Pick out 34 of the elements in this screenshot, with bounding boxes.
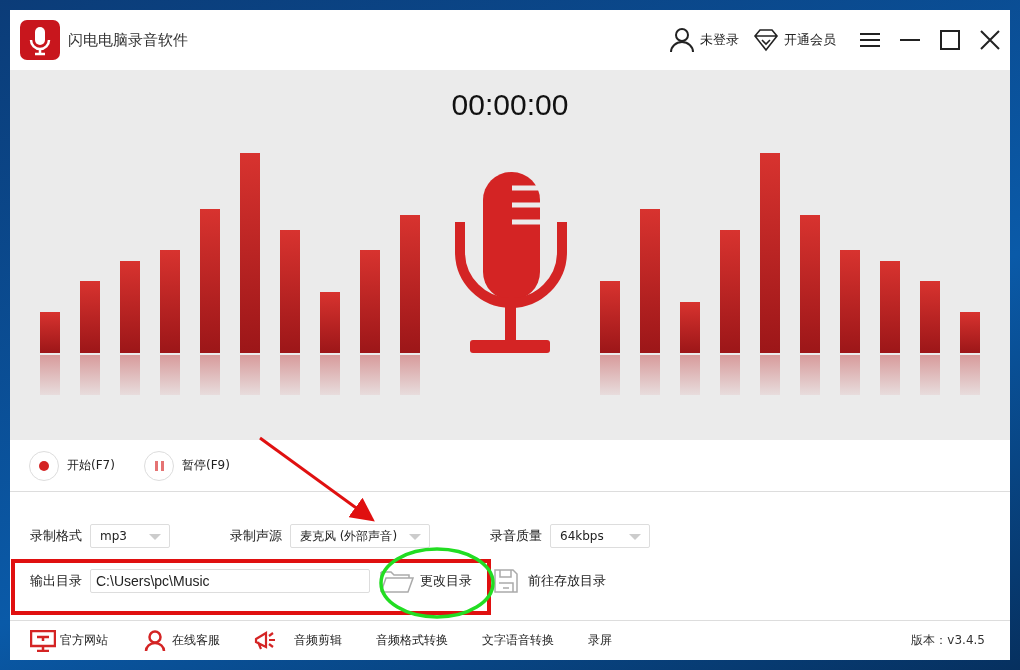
version-text: 版本：v3.4.5 [911,632,985,649]
footer-link[interactable]: 文字语音转换 [482,632,554,649]
diamond-icon[interactable] [753,27,779,53]
megaphone-icon [254,629,276,652]
footer-link[interactable]: 官方网站 [30,629,108,652]
microphone-icon [455,172,567,353]
monitor-icon [30,629,56,652]
record-control-button[interactable]: 暂停(F9) [144,450,244,481]
close-icon[interactable] [980,30,1000,50]
change-folder-button[interactable]: 更改目录 [380,569,472,593]
maximize-icon[interactable] [940,30,960,50]
menu-icon[interactable] [860,32,880,48]
setting-label: 录制格式 [30,527,82,545]
output-folder-label: 输出目录 [30,572,82,590]
folder-icon [380,569,414,593]
timer-display: 00:00:00 [451,87,569,123]
microphone-logo-icon [20,20,60,60]
header-link[interactable]: 开通会员 [784,31,836,49]
footer-link[interactable]: 录屏 [588,632,612,649]
user-icon[interactable] [669,27,695,53]
header-link[interactable]: 未登录 [700,31,739,49]
record-control-button[interactable]: 开始(F7) [29,450,129,481]
footer-link[interactable]: 音频格式转换 [376,632,448,649]
setting-dropdown[interactable]: 麦克风 (外部声音) [290,524,430,548]
window-title: 闪电电脑录音软件 [68,30,188,50]
footer-link[interactable]: 在线客服 [142,629,220,652]
open-folder-button[interactable]: 前往存放目录 [494,569,606,593]
setting-label: 录音质量 [490,527,542,545]
output-path-field[interactable]: C:\Users\pc\Music [90,569,370,593]
setting-dropdown[interactable]: mp3 [90,524,170,548]
setting-label: 录制声源 [230,527,282,545]
person-icon [142,629,168,652]
footer-link[interactable]: 音频剪辑 [254,629,342,652]
setting-dropdown[interactable]: 64kbps [550,524,650,548]
